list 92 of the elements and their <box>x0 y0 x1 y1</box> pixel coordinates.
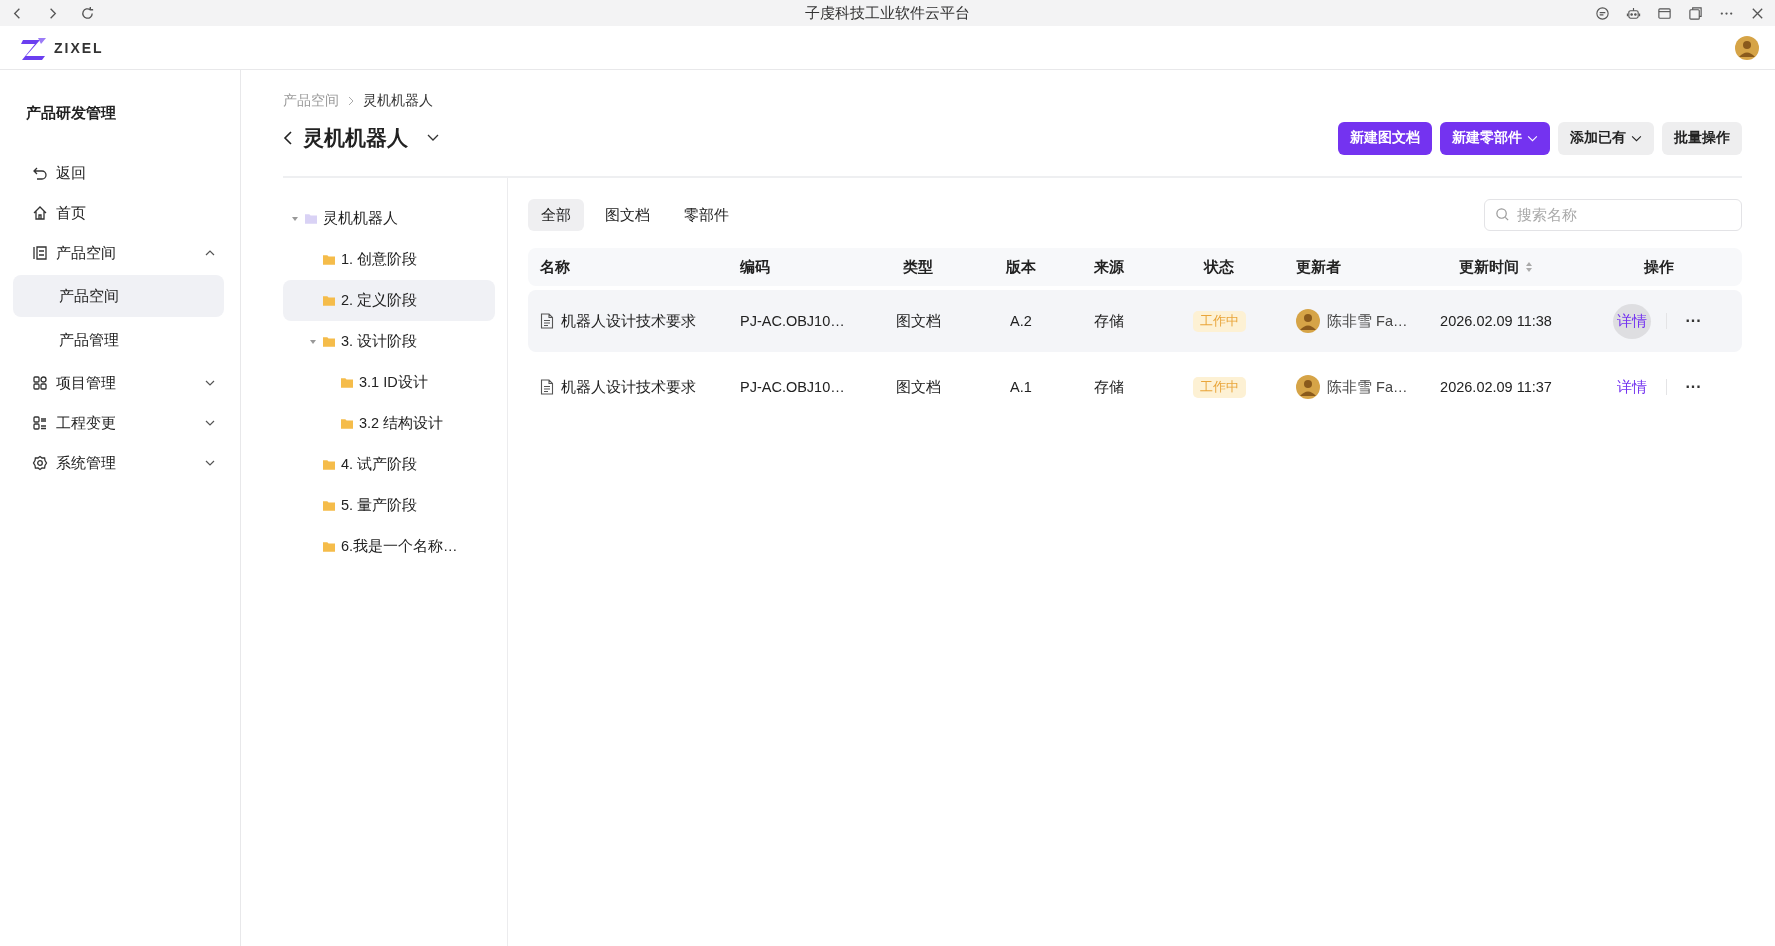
document-icon <box>540 379 554 395</box>
sidebar-item[interactable]: 产品空间 <box>13 275 224 317</box>
folder-icon <box>341 377 353 388</box>
avatar-icon <box>1296 375 1320 399</box>
chevron-right-icon <box>347 96 355 106</box>
chevron-down-icon[interactable] <box>426 133 440 143</box>
column-header: 更新时间 <box>1459 257 1519 277</box>
tab[interactable]: 零部件 <box>671 199 742 231</box>
avatar-icon[interactable] <box>1735 35 1759 60</box>
document-icon <box>540 313 554 329</box>
status-badge: 工作中 <box>1192 376 1246 398</box>
sidebar-group[interactable]: 产品空间 <box>13 233 224 273</box>
robot-icon[interactable] <box>1626 5 1641 21</box>
caret-icon <box>291 214 299 223</box>
settings-icon <box>32 455 48 471</box>
column-header: 名称 <box>540 257 570 277</box>
sidebar-group[interactable]: 项目管理 <box>13 363 224 403</box>
tree-item[interactable]: 1. 创意阶段 <box>283 239 495 280</box>
window-icon[interactable] <box>1657 5 1672 21</box>
column-header: 编码 <box>740 257 770 277</box>
table-cell: PJ-AC.OBJ10… <box>740 313 845 329</box>
table-cell: 机器人设计技术要求 <box>561 377 696 397</box>
logo-text: ZIXEL <box>54 39 104 56</box>
caret-icon <box>309 337 317 346</box>
search-field[interactable]: 搜索名称 <box>1484 199 1742 231</box>
folder-icon <box>323 254 335 265</box>
tree-item[interactable]: 6.我是一个名称… <box>283 526 495 567</box>
action-button[interactable]: 新建零部件 <box>1440 121 1550 155</box>
folder-icon <box>323 541 335 552</box>
table-row[interactable]: 机器人设计技术要求 PJ-AC.OBJ10… 图文档 A.2 存储 工作中 陈非雪 Fa… 2026.02.09 11:38 详情 ··· <box>528 290 1742 352</box>
table-cell: 陈非雪 Fa… <box>1327 311 1408 331</box>
column-header: 版本 <box>1006 257 1036 277</box>
chat-icon[interactable] <box>1595 5 1610 21</box>
search-icon <box>1495 207 1510 222</box>
sidebar-title: 产品研发管理 <box>25 104 117 123</box>
folder-icon <box>305 213 317 224</box>
table-cell: 存储 <box>1094 377 1124 397</box>
tree-item[interactable]: 3. 设计阶段 <box>283 321 495 362</box>
more-button[interactable]: ··· <box>1681 312 1706 330</box>
list-icon <box>32 415 48 431</box>
tab[interactable]: 全部 <box>528 199 584 231</box>
tab[interactable]: 图文档 <box>592 199 663 231</box>
window-title: 子虔科技工业软件云平台 <box>805 3 970 23</box>
back-icon[interactable] <box>283 130 293 146</box>
list-icon <box>32 245 48 261</box>
table-cell: 存储 <box>1094 311 1124 331</box>
table-cell: PJ-AC.OBJ10… <box>740 379 845 395</box>
tree-item[interactable]: 灵机机器人 <box>283 198 495 239</box>
action-button[interactable]: 添加已有 <box>1558 121 1654 155</box>
page-title: 灵机机器人 <box>303 125 408 151</box>
sidebar-group[interactable]: 系统管理 <box>13 443 224 483</box>
folder-icon <box>323 336 335 347</box>
action-button[interactable]: 新建图文档 <box>1338 121 1432 155</box>
table-cell: A.2 <box>1010 313 1032 329</box>
column-header: 更新者 <box>1296 257 1341 277</box>
tree-item[interactable]: 5. 量产阶段 <box>283 485 495 526</box>
tree-item[interactable]: 4. 试产阶段 <box>283 444 495 485</box>
folder-icon <box>341 418 353 429</box>
table-row[interactable]: 机器人设计技术要求 PJ-AC.OBJ10… 图文档 A.1 存储 工作中 陈非雪 Fa… 2026.02.09 11:37 详情 ··· <box>528 356 1742 418</box>
table-cell: 图文档 <box>895 377 941 397</box>
undo-icon <box>32 165 48 181</box>
avatar-icon <box>1296 309 1320 333</box>
tree-item[interactable]: 3.1 ID设计 <box>283 362 495 403</box>
tree-item[interactable]: 2. 定义阶段 <box>283 280 495 321</box>
detail-link[interactable]: 详情 <box>1612 303 1651 339</box>
table-cell: 2026.02.09 11:38 <box>1440 313 1552 329</box>
breadcrumb-link[interactable]: 灵机机器人 <box>363 92 433 110</box>
folder-icon <box>323 500 335 511</box>
column-header: 来源 <box>1094 257 1124 277</box>
tree-item[interactable]: 3.2 结构设计 <box>283 403 495 444</box>
sidebar-group[interactable]: 工程变更 <box>13 403 224 443</box>
table-cell: 机器人设计技术要求 <box>561 311 696 331</box>
home-icon <box>32 205 48 221</box>
action-button[interactable]: 批量操作 <box>1662 121 1742 155</box>
folder-icon <box>323 459 335 470</box>
more-button[interactable]: ··· <box>1681 378 1706 396</box>
folder-icon <box>323 295 335 306</box>
restore-icon[interactable] <box>1688 5 1703 21</box>
sidebar-item[interactable]: 产品管理 <box>13 319 224 361</box>
reload-icon[interactable] <box>80 5 95 21</box>
grid-icon <box>32 375 48 391</box>
table-cell: 陈非雪 Fa… <box>1327 377 1408 397</box>
sidebar-item[interactable]: 首页 <box>13 193 224 233</box>
table-cell: 2026.02.09 11:37 <box>1440 379 1552 395</box>
detail-link[interactable]: 详情 <box>1612 369 1651 405</box>
column-header: 类型 <box>903 257 933 277</box>
sidebar-item[interactable]: 返回 <box>13 153 224 193</box>
table-cell: A.1 <box>1010 379 1032 395</box>
column-header: 操作 <box>1644 257 1674 277</box>
column-header: 状态 <box>1204 257 1234 277</box>
table-cell: 图文档 <box>895 311 941 331</box>
status-badge: 工作中 <box>1192 310 1246 332</box>
